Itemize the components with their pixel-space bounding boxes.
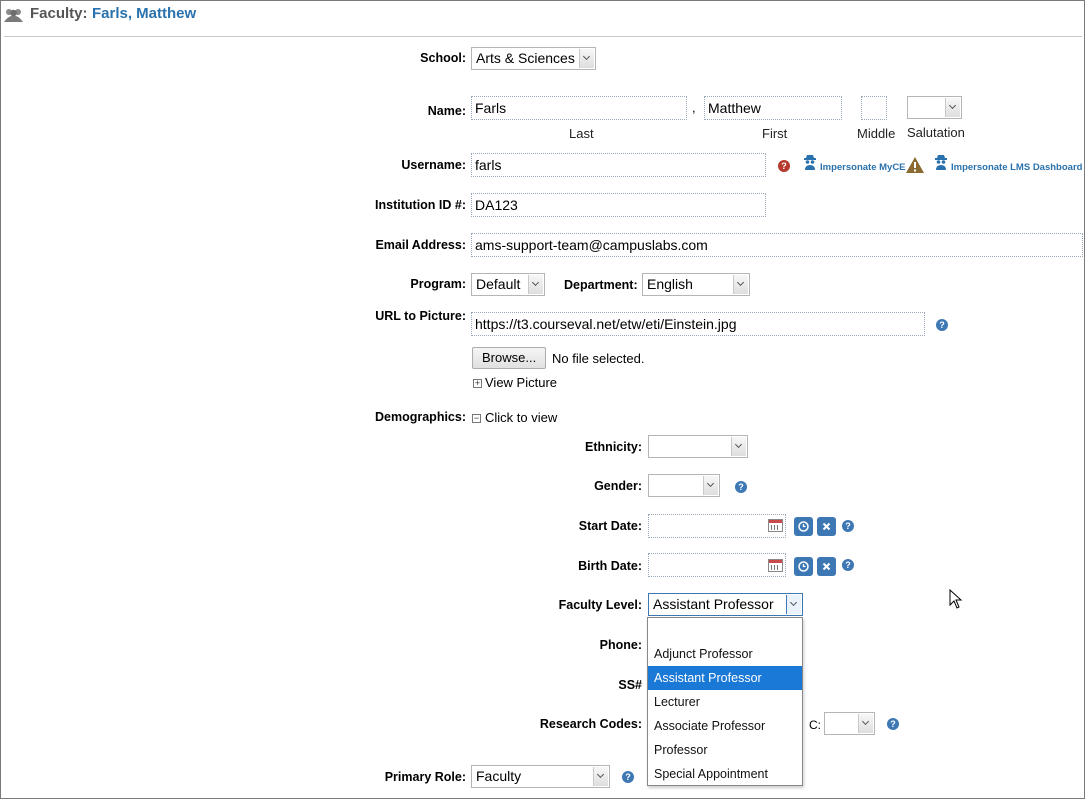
header-label: Faculty: <box>30 5 88 22</box>
email-field[interactable]: ams-support-team@campuslabs.com <box>471 233 1083 257</box>
collapse-minus-icon[interactable]: − <box>472 414 481 423</box>
header-faculty-name: Farls, Matthew <box>92 5 197 22</box>
close-icon <box>822 562 831 571</box>
faculty-group-icon <box>4 9 23 22</box>
birth-date-label: Birth Date: <box>578 559 642 573</box>
middle-caption: Middle <box>857 126 896 141</box>
institution-id-label: Institution ID #: <box>375 198 466 212</box>
gender-label: Gender: <box>594 479 642 493</box>
clock-now-button[interactable] <box>794 517 813 536</box>
start-date-label: Start Date: <box>578 519 642 533</box>
name-separator: , <box>692 100 696 115</box>
department-select-value: English <box>647 276 693 292</box>
help-icon[interactable]: ? <box>936 319 948 331</box>
picture-url-field[interactable]: https://t3.courseval.net/etw/eti/Einstei… <box>471 312 925 336</box>
chevron-down-icon <box>528 275 543 294</box>
start-date-field[interactable] <box>648 514 786 538</box>
impersonate-spy-icon[interactable] <box>803 154 817 170</box>
first-caption: First <box>762 126 788 141</box>
school-select-value: Arts & Sciences <box>476 50 575 66</box>
chevron-down-icon <box>945 98 960 117</box>
ethnicity-select[interactable] <box>648 435 748 458</box>
chevron-down-icon <box>786 595 801 614</box>
chevron-down-icon <box>731 437 746 456</box>
help-icon[interactable]: ? <box>842 559 854 571</box>
faculty-level-dropdown[interactable]: Adjunct Professor Assistant Professor Lect… <box>647 617 803 786</box>
username-label: Username: <box>401 158 466 172</box>
department-select[interactable]: English <box>642 273 750 296</box>
chevron-down-icon <box>858 714 873 733</box>
help-icon[interactable]: ? <box>887 718 899 730</box>
browse-button[interactable]: Browse... <box>472 347 547 369</box>
research-codes-label: Research Codes: <box>539 717 642 731</box>
gender-select[interactable] <box>648 474 720 497</box>
clock-icon <box>798 561 809 572</box>
primary-role-select-value: Faculty <box>476 768 522 784</box>
help-icon[interactable]: ? <box>622 771 634 783</box>
last-name-field[interactable]: Farls <box>471 96 687 120</box>
faculty-level-select-value: Assistant Professor <box>653 596 774 612</box>
first-name-field[interactable]: Matthew <box>704 96 842 120</box>
department-label: Department: <box>564 278 638 292</box>
help-icon[interactable]: ? <box>735 481 747 493</box>
research-code-c-select[interactable] <box>824 712 875 735</box>
primary-role-select[interactable]: Faculty <box>471 765 610 788</box>
program-select-value: Default <box>476 276 521 292</box>
view-picture-link[interactable]: View Picture <box>485 375 557 390</box>
impersonate-spy-icon[interactable] <box>934 154 948 170</box>
dropdown-option[interactable]: Lecturer <box>648 690 802 714</box>
picture-url-label: URL to Picture: <box>375 309 466 323</box>
mouse-cursor-icon <box>949 589 963 609</box>
salutation-caption: Salutation <box>907 125 965 140</box>
dropdown-option[interactable]: Special Appointment <box>648 762 802 786</box>
file-status: No file selected. <box>552 351 645 366</box>
expand-plus-icon[interactable]: + <box>473 379 482 388</box>
dropdown-option[interactable]: Associate Professor <box>648 714 802 738</box>
chevron-down-icon <box>593 767 608 786</box>
impersonate-myce-link[interactable]: Impersonate MyCE <box>820 162 906 173</box>
help-icon[interactable]: ? <box>842 520 854 532</box>
phone-label: Phone: <box>599 638 642 652</box>
close-icon <box>822 522 831 531</box>
primary-role-label: Primary Role: <box>384 770 466 784</box>
name-label: Name: <box>427 104 466 118</box>
ss-label: SS# <box>618 678 642 692</box>
dropdown-option[interactable]: Professor <box>648 738 802 762</box>
school-select[interactable]: Arts & Sciences <box>471 47 596 70</box>
help-icon[interactable]: ? <box>778 160 790 172</box>
dropdown-option[interactable]: Adjunct Professor <box>648 642 802 666</box>
program-label: Program: <box>410 277 466 291</box>
salutation-select[interactable] <box>907 96 962 119</box>
last-caption: Last <box>569 126 594 141</box>
demographics-toggle[interactable]: Click to view <box>485 410 557 425</box>
header-divider <box>4 36 1082 37</box>
calendar-icon[interactable] <box>768 559 783 572</box>
birth-date-field[interactable] <box>648 553 786 577</box>
clear-date-button[interactable] <box>817 557 836 576</box>
email-label: Email Address: <box>375 238 466 252</box>
demographics-label: Demographics: <box>375 410 466 424</box>
chevron-down-icon <box>733 275 748 294</box>
program-select[interactable]: Default <box>471 273 545 296</box>
warning-icon <box>906 157 924 173</box>
institution-id-field[interactable]: DA123 <box>471 193 766 217</box>
chevron-down-icon <box>579 49 594 68</box>
research-c-label: C: <box>809 718 821 732</box>
clock-icon <box>798 521 809 532</box>
calendar-icon[interactable] <box>768 519 783 532</box>
middle-name-field[interactable] <box>861 96 887 120</box>
faculty-level-select[interactable]: Assistant Professor <box>648 593 803 616</box>
dropdown-option[interactable] <box>648 618 802 642</box>
school-label: School: <box>420 51 466 65</box>
clock-now-button[interactable] <box>794 557 813 576</box>
chevron-down-icon <box>703 476 718 495</box>
ethnicity-label: Ethnicity: <box>585 440 642 454</box>
impersonate-lms-link[interactable]: Impersonate LMS Dashboard <box>951 162 1082 173</box>
clear-date-button[interactable] <box>817 517 836 536</box>
username-field[interactable]: farls <box>471 153 766 177</box>
dropdown-option[interactable]: Assistant Professor <box>648 666 802 690</box>
faculty-level-label: Faculty Level: <box>558 598 642 612</box>
